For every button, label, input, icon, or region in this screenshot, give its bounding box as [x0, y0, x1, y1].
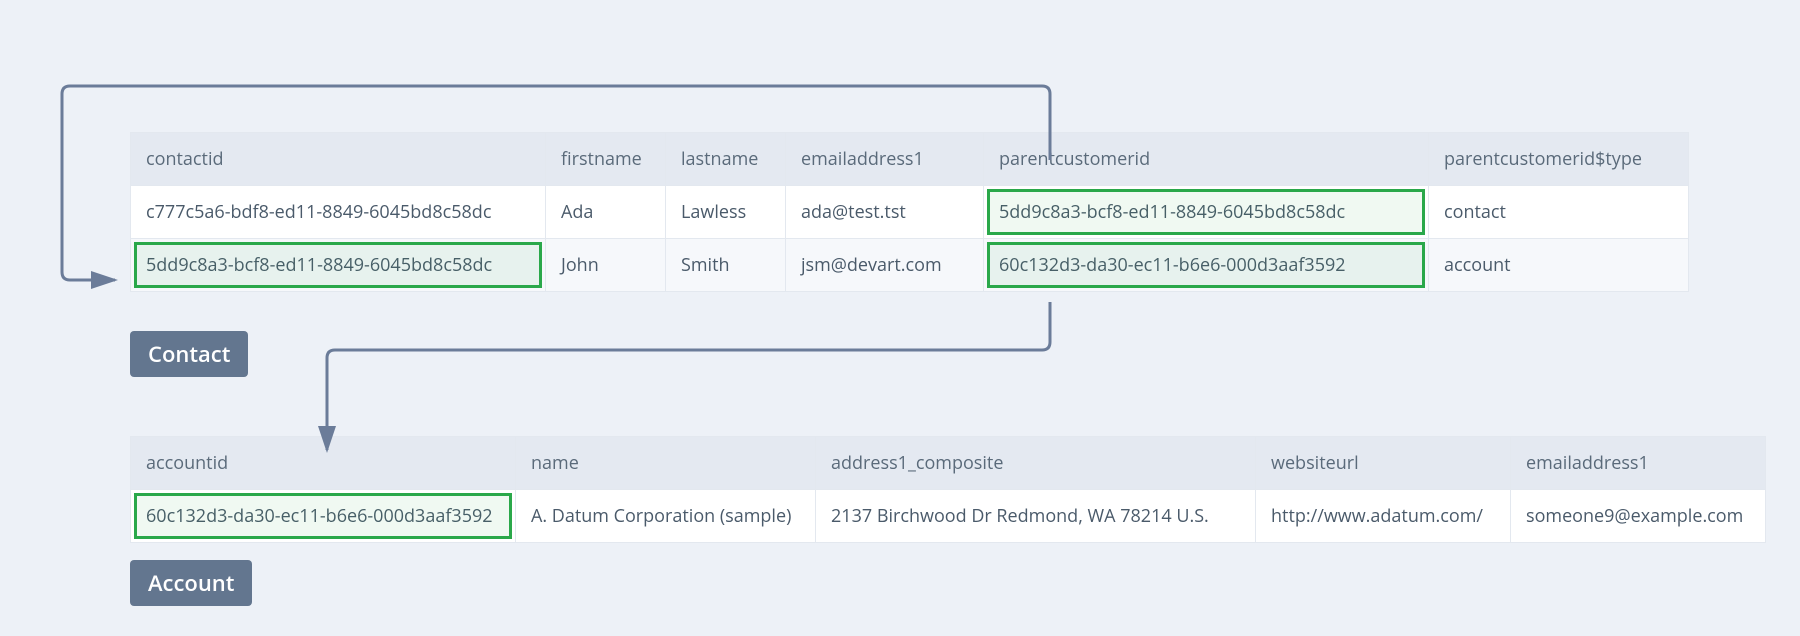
contact-cell: Lawless — [666, 186, 786, 239]
account-cell: A. Datum Corporation (sample) — [516, 490, 816, 543]
contact-cell: John — [546, 239, 666, 292]
arrow-contact-to-account — [327, 302, 1050, 450]
contact-cell: 5dd9c8a3-bcf8-ed11-8849-6045bd8c58dc — [131, 239, 546, 292]
contact-cell: account — [1429, 239, 1689, 292]
account-cell: 2137 Birchwood Dr Redmond, WA 78214 U.S. — [816, 490, 1256, 543]
contact-cell: 5dd9c8a3-bcf8-ed11-8849-6045bd8c58dc — [984, 186, 1429, 239]
account-col-name: name — [516, 437, 816, 490]
contact-col-contactid: contactid — [131, 133, 546, 186]
account-col-accountid: accountid — [131, 437, 516, 490]
account-col-emailaddress1: emailaddress1 — [1511, 437, 1766, 490]
table-row: 5dd9c8a3-bcf8-ed11-8849-6045bd8c58dcJohn… — [131, 239, 1689, 292]
account-col-address1composite: address1_composite — [816, 437, 1256, 490]
diagram-canvas: contactid firstname lastname emailaddres… — [0, 0, 1800, 636]
account-cell: 60c132d3-da30-ec11-b6e6-000d3aaf3592 — [131, 490, 516, 543]
contact-table: contactid firstname lastname emailaddres… — [130, 132, 1689, 292]
account-label: Account — [130, 560, 252, 606]
contact-header-row: contactid firstname lastname emailaddres… — [131, 133, 1689, 186]
contact-col-parentcustomeridtype: parentcustomerid$type — [1429, 133, 1689, 186]
contact-cell: 60c132d3-da30-ec11-b6e6-000d3aaf3592 — [984, 239, 1429, 292]
account-col-websiteurl: websiteurl — [1256, 437, 1511, 490]
contact-cell: contact — [1429, 186, 1689, 239]
contact-col-firstname: firstname — [546, 133, 666, 186]
table-row: c777c5a6-bdf8-ed11-8849-6045bd8c58dcAdaL… — [131, 186, 1689, 239]
contact-cell: Ada — [546, 186, 666, 239]
account-table: accountid name address1_composite websit… — [130, 436, 1766, 543]
contact-col-emailaddress1: emailaddress1 — [786, 133, 984, 186]
contact-cell: jsm@devart.com — [786, 239, 984, 292]
contact-cell: c777c5a6-bdf8-ed11-8849-6045bd8c58dc — [131, 186, 546, 239]
contact-col-parentcustomerid: parentcustomerid — [984, 133, 1429, 186]
account-cell: someone9@example.com — [1511, 490, 1766, 543]
contact-col-lastname: lastname — [666, 133, 786, 186]
contact-cell: Smith — [666, 239, 786, 292]
contact-cell: ada@test.tst — [786, 186, 984, 239]
table-row: 60c132d3-da30-ec11-b6e6-000d3aaf3592A. D… — [131, 490, 1766, 543]
account-cell: http://www.adatum.com/ — [1256, 490, 1511, 543]
account-header-row: accountid name address1_composite websit… — [131, 437, 1766, 490]
contact-label: Contact — [130, 331, 248, 377]
